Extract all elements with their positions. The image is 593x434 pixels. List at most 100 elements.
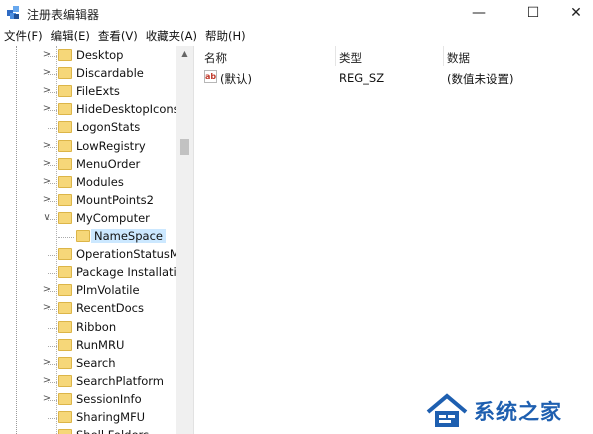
folder-icon bbox=[58, 356, 72, 369]
tree-item-label: SearchPlatform bbox=[76, 373, 165, 388]
chevron-right-icon[interactable]: > bbox=[42, 356, 52, 370]
menu-help[interactable]: 帮助(H) bbox=[201, 28, 250, 44]
chevron-right-icon[interactable]: > bbox=[42, 157, 52, 171]
column-header-name[interactable]: 名称 bbox=[204, 50, 227, 66]
folder-icon bbox=[58, 338, 72, 351]
folder-icon bbox=[58, 193, 72, 206]
tree-item[interactable]: > Search bbox=[0, 355, 176, 373]
folder-icon bbox=[58, 411, 72, 423]
tree-item-label: MountPoints2 bbox=[76, 192, 154, 207]
folder-icon bbox=[58, 67, 72, 80]
chevron-right-icon bbox=[42, 229, 52, 243]
registry-tree[interactable]: > Desktop > Discardable > FileExts > HideDeskto… bbox=[0, 46, 176, 434]
chevron-down-icon[interactable]: ∨ bbox=[42, 211, 52, 225]
tree-item[interactable]: RunMRU bbox=[0, 337, 176, 355]
tree-item[interactable]: OperationStatusMa bbox=[0, 246, 176, 264]
tree-item-label: RunMRU bbox=[76, 337, 125, 352]
chevron-right-icon[interactable]: > bbox=[42, 301, 52, 315]
column-header-type[interactable]: 类型 bbox=[339, 50, 362, 66]
maximize-button[interactable]: ☐ bbox=[510, 0, 556, 26]
tree-item[interactable]: > PlmVolatile bbox=[0, 282, 176, 300]
tree-item[interactable]: ∨ MyComputer bbox=[0, 210, 176, 228]
list-header: 名称 类型 数据 bbox=[197, 46, 593, 66]
tree-item[interactable]: Shell Folders bbox=[0, 427, 176, 434]
chevron-right-icon[interactable]: > bbox=[42, 48, 52, 62]
folder-icon bbox=[58, 284, 72, 297]
menu-view[interactable]: 查看(V) bbox=[94, 28, 142, 44]
folder-icon bbox=[76, 230, 90, 242]
tree-item-label: Search bbox=[76, 355, 116, 370]
chevron-right-icon[interactable]: > bbox=[42, 84, 52, 98]
chevron-right-icon[interactable]: > bbox=[42, 66, 52, 80]
folder-icon bbox=[58, 211, 72, 224]
chevron-right-icon[interactable]: > bbox=[42, 139, 52, 153]
column-header-data[interactable]: 数据 bbox=[447, 50, 470, 66]
tree-item-label: SharingMFU bbox=[76, 410, 146, 424]
folder-icon bbox=[58, 266, 72, 279]
tree-item[interactable]: SharingMFU bbox=[0, 409, 176, 427]
chevron-right-icon bbox=[42, 247, 52, 261]
tree-item[interactable]: > MountPoints2 bbox=[0, 192, 176, 210]
tree-item-label: LowRegistry bbox=[76, 138, 146, 153]
folder-icon bbox=[58, 320, 72, 333]
tree-item-label: Modules bbox=[76, 174, 124, 189]
tree-item[interactable]: > Modules bbox=[0, 174, 176, 192]
values-list[interactable]: 名称 类型 数据 ab (默认) REG_SZ (数值未设置) bbox=[197, 46, 593, 434]
chevron-right-icon bbox=[42, 265, 52, 279]
list-item[interactable]: ab (默认) REG_SZ (数值未设置) bbox=[197, 68, 593, 86]
menu-favorites[interactable]: 收藏夹(A) bbox=[142, 28, 201, 44]
scroll-up-arrow-icon[interactable]: ▲ bbox=[176, 46, 193, 62]
tree-item[interactable]: > LowRegistry bbox=[0, 138, 176, 156]
tree-item-label: LogonStats bbox=[76, 120, 141, 135]
folder-icon bbox=[58, 175, 72, 188]
string-value-icon: ab bbox=[204, 70, 217, 83]
tree-item-label: Package Installatio bbox=[76, 265, 176, 280]
close-button[interactable]: ✕ bbox=[553, 0, 593, 26]
menu-edit[interactable]: 编辑(E) bbox=[47, 28, 94, 44]
folder-icon bbox=[58, 157, 72, 170]
value-type: REG_SZ bbox=[339, 71, 385, 85]
tree-scrollbar[interactable]: ▲ bbox=[176, 46, 193, 434]
tree-item-label: Ribbon bbox=[76, 319, 117, 334]
tree-item[interactable]: > SessionInfo bbox=[0, 391, 176, 409]
window-title: 注册表编辑器 bbox=[27, 8, 100, 22]
folder-icon bbox=[58, 85, 72, 98]
tree-item[interactable]: LogonStats bbox=[0, 119, 176, 137]
menu-bar: 文件(F) 编辑(E) 查看(V) 收藏夹(A) 帮助(H) bbox=[0, 26, 593, 46]
folder-icon bbox=[58, 49, 72, 61]
tree-item-label: RecentDocs bbox=[76, 301, 144, 316]
folder-icon bbox=[58, 139, 72, 152]
watermark: 系统之家 bbox=[424, 386, 593, 434]
tree-item[interactable]: > Desktop bbox=[0, 47, 176, 65]
tree-item[interactable]: > SearchPlatform bbox=[0, 373, 176, 391]
tree-item[interactable]: Package Installatio bbox=[0, 264, 176, 282]
folder-icon bbox=[58, 429, 72, 434]
tree-item-label: PlmVolatile bbox=[76, 283, 140, 298]
tree-item[interactable]: Ribbon bbox=[0, 319, 176, 337]
tree-item[interactable]: > MenuOrder bbox=[0, 156, 176, 174]
chevron-right-icon[interactable]: > bbox=[42, 374, 52, 388]
chevron-right-icon[interactable]: > bbox=[42, 102, 52, 116]
tree-item[interactable]: > HideDesktopIcons bbox=[0, 101, 176, 119]
chevron-right-icon bbox=[42, 338, 52, 352]
tree-item[interactable]: > RecentDocs bbox=[0, 300, 176, 318]
folder-icon bbox=[58, 302, 72, 315]
watermark-text: 系统之家 bbox=[474, 400, 562, 424]
chevron-right-icon[interactable]: > bbox=[42, 193, 52, 207]
chevron-right-icon[interactable]: > bbox=[42, 283, 52, 297]
chevron-right-icon bbox=[42, 410, 52, 424]
tree-item-label: Discardable bbox=[76, 66, 144, 81]
column-separator[interactable] bbox=[443, 46, 444, 66]
tree-item[interactable]: NameSpace bbox=[0, 228, 176, 246]
tree-item-label: FileExts bbox=[76, 84, 120, 99]
menu-file[interactable]: 文件(F) bbox=[0, 28, 47, 44]
chevron-right-icon[interactable]: > bbox=[42, 175, 52, 189]
scrollbar-thumb[interactable] bbox=[180, 139, 189, 155]
chevron-right-icon bbox=[42, 320, 52, 334]
column-separator[interactable] bbox=[335, 46, 336, 66]
minimize-button[interactable]: — bbox=[456, 0, 502, 26]
tree-item[interactable]: > Discardable bbox=[0, 65, 176, 83]
chevron-right-icon[interactable]: > bbox=[42, 392, 52, 406]
tree-item-label: Shell Folders bbox=[76, 428, 149, 434]
tree-item[interactable]: > FileExts bbox=[0, 83, 176, 101]
